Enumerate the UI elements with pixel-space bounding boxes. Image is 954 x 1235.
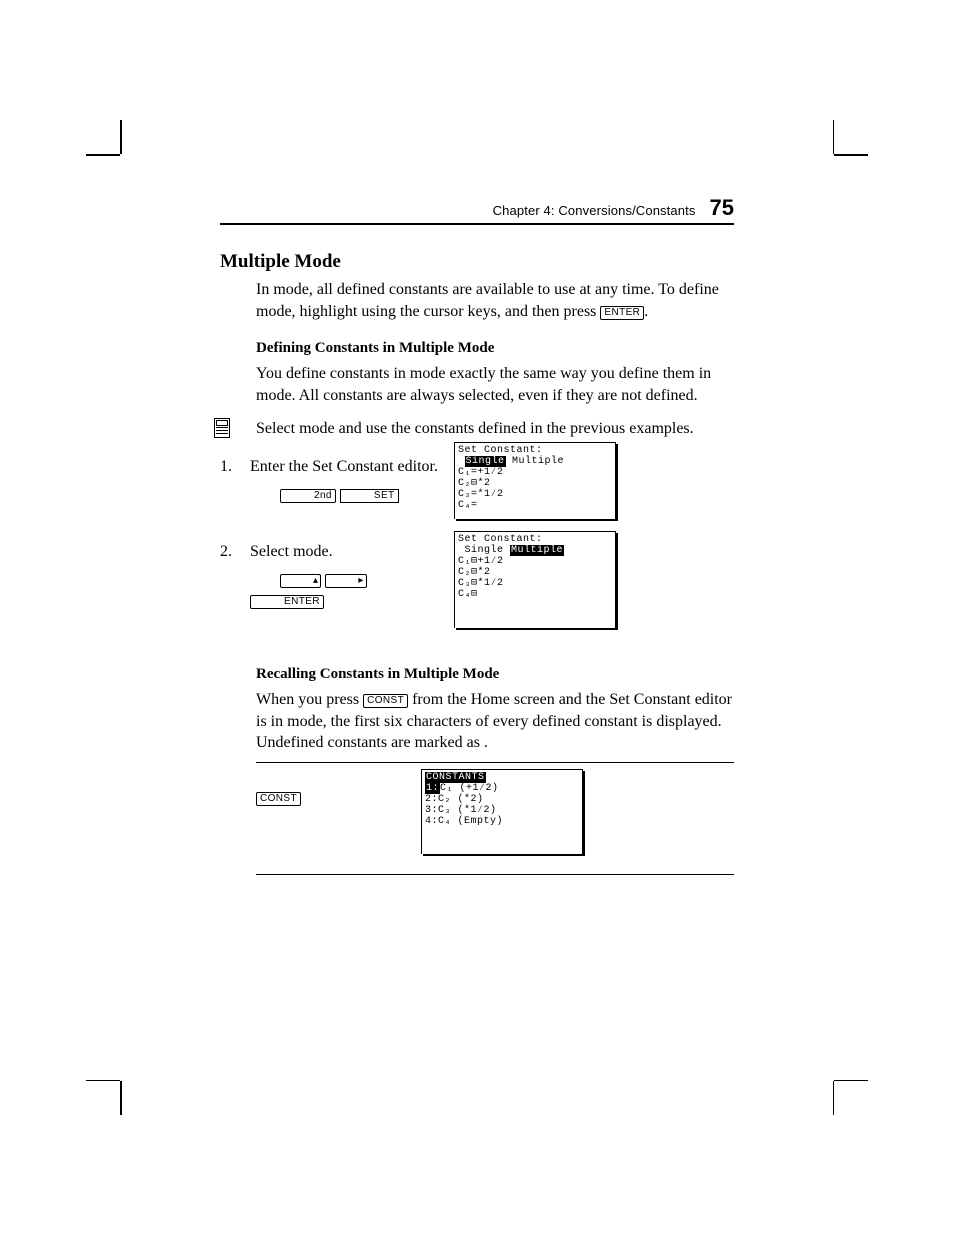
text: mode exactly the same way you define the… bbox=[410, 365, 711, 382]
right-key-icon: ▸ bbox=[325, 574, 366, 588]
text: In bbox=[256, 281, 273, 298]
crop-mark bbox=[834, 154, 868, 156]
text: When you press bbox=[256, 691, 363, 708]
step-number: 2. bbox=[220, 541, 238, 612]
constants-example-row: CONST CONSTANTS 1:C₁ (+1⁄2) 2:C₂ (*2) 3:… bbox=[256, 769, 734, 866]
set-key-icon: SET bbox=[340, 489, 399, 503]
crop-mark bbox=[86, 154, 120, 156]
text: mode, all defined constants are availabl… bbox=[273, 281, 719, 298]
up-key-icon: ▴ bbox=[280, 574, 321, 588]
crop-mark bbox=[86, 1080, 120, 1082]
crop-mark bbox=[833, 1081, 835, 1115]
text: mode and use the constants defined in th… bbox=[299, 420, 694, 437]
screens-column: Set Constant: Single Multiple C₁=+1⁄2 C₂… bbox=[448, 442, 624, 640]
crop-mark bbox=[120, 120, 122, 154]
rule bbox=[256, 762, 734, 763]
section-title: Multiple Mode bbox=[220, 251, 734, 273]
steps-column: 1. Enter the Set Constant editor. 2nd SE… bbox=[220, 442, 448, 648]
crop-mark bbox=[120, 1081, 122, 1115]
text: mode. All constants are always selected,… bbox=[256, 387, 698, 404]
step-1: 1. Enter the Set Constant editor. 2nd SE… bbox=[220, 456, 440, 505]
step-text: Enter the Set Constant editor. bbox=[250, 458, 438, 475]
example-steps-row: 1. Enter the Set Constant editor. 2nd SE… bbox=[220, 442, 734, 648]
text: mode, highlight bbox=[256, 303, 361, 320]
subsection-title-defining: Defining Constants in Multiple Mode bbox=[220, 340, 734, 357]
crop-mark bbox=[833, 120, 835, 154]
calculator-icon bbox=[214, 418, 230, 438]
rule bbox=[256, 874, 734, 875]
intro-paragraph: In mode, all defined constants are avail… bbox=[256, 279, 734, 322]
second-key-icon: 2nd bbox=[280, 489, 336, 503]
text: using the cursor keys, and then press bbox=[361, 303, 600, 320]
running-head: Chapter 4: Conversions/Constants 75 bbox=[220, 195, 734, 225]
page-number: 75 bbox=[710, 195, 734, 221]
text: . bbox=[484, 734, 488, 751]
constants-key-cell: CONST bbox=[256, 769, 301, 807]
const-key-icon: CONST bbox=[363, 694, 408, 708]
step-2: 2. Select mode. ▴ ▸ ENTER bbox=[220, 541, 440, 612]
example-block: Select mode and use the constants define… bbox=[220, 418, 734, 440]
text: . bbox=[644, 303, 648, 320]
text: mode, the first six characters of every … bbox=[256, 713, 722, 752]
chapter-label: Chapter 4: Conversions/Constants bbox=[493, 203, 696, 218]
crop-mark bbox=[834, 1080, 868, 1082]
content-area: Chapter 4: Conversions/Constants 75 Mult… bbox=[220, 195, 734, 881]
lcd-screen-single: Set Constant: Single Multiple C₁=+1⁄2 C₂… bbox=[454, 442, 616, 519]
enter-key-icon: ENTER bbox=[600, 306, 644, 320]
step-number: 1. bbox=[220, 456, 238, 505]
const-key-icon: CONST bbox=[256, 792, 301, 806]
menu-title: CONSTANTS bbox=[425, 772, 486, 783]
text: You define constants in bbox=[256, 365, 410, 382]
lcd-screen-constants-menu: CONSTANTS 1:C₁ (+1⁄2) 2:C₂ (*2) 3:C₃ (*1… bbox=[421, 769, 583, 854]
enter-key-icon: ENTER bbox=[250, 595, 324, 609]
text: Select bbox=[256, 420, 299, 437]
recalling-paragraph: When you press CONST from the Home scree… bbox=[256, 689, 734, 754]
subsection-title-recalling: Recalling Constants in Multiple Mode bbox=[220, 666, 734, 683]
inverse-text: Single bbox=[465, 456, 506, 467]
step-text: Select bbox=[250, 543, 293, 560]
lcd-screen-multiple: Set Constant: Single Multiple C₁⊟+1⁄2 C₂… bbox=[454, 531, 616, 628]
step-text: mode. bbox=[293, 543, 333, 560]
defining-paragraph: You define constants in mode exactly the… bbox=[256, 363, 734, 406]
page: Chapter 4: Conversions/Constants 75 Mult… bbox=[0, 0, 954, 1235]
inverse-text: Multiple bbox=[510, 545, 564, 556]
